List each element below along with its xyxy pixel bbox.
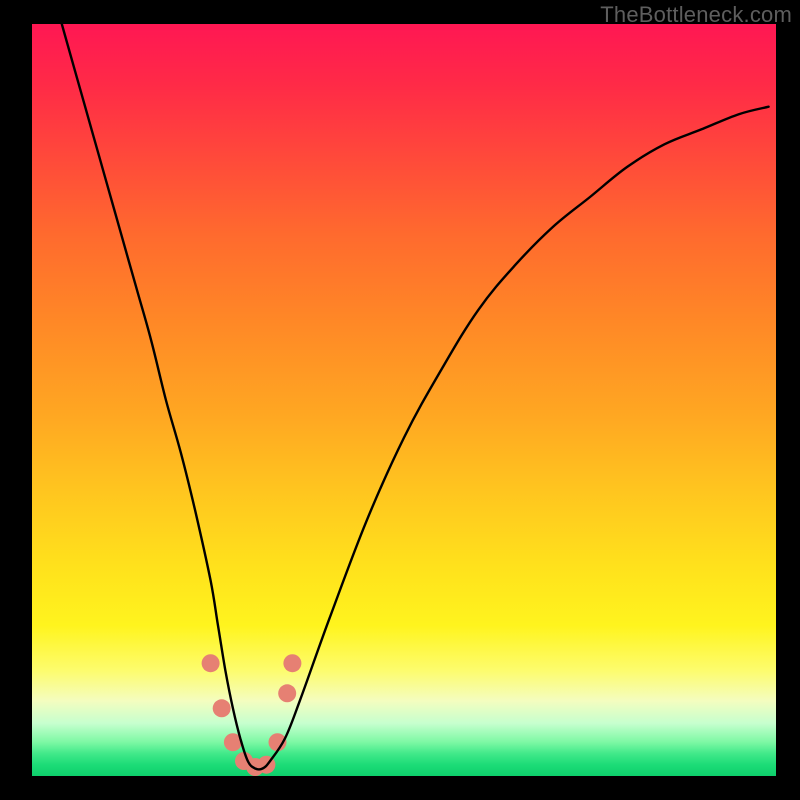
watermark-text: TheBottleneck.com [600, 2, 792, 28]
highlight-dot [278, 684, 296, 702]
curve-layer [32, 24, 776, 776]
highlight-dot [213, 699, 231, 717]
bottleneck-curve [62, 24, 769, 769]
highlight-dot [283, 654, 301, 672]
chart-frame: TheBottleneck.com [0, 0, 800, 800]
highlight-dot [202, 654, 220, 672]
plot-area [32, 24, 776, 776]
marker-group [202, 654, 302, 776]
